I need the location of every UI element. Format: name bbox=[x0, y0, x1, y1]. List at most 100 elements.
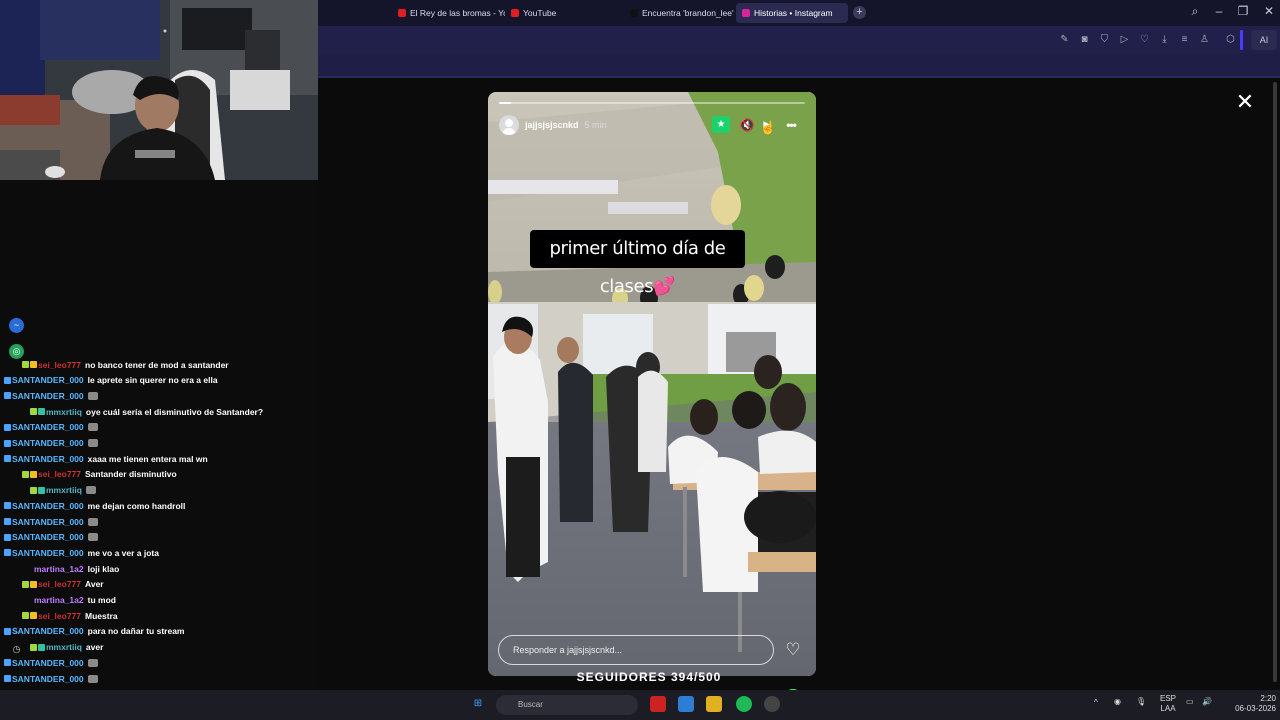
chat-emote-icon bbox=[87, 391, 98, 400]
messenger-icon[interactable]: ~ bbox=[9, 318, 24, 333]
volume-icon[interactable]: 🔊 bbox=[1202, 697, 1212, 707]
mute-icon[interactable]: 🔇 bbox=[738, 116, 756, 134]
chat-username[interactable]: SANTANDER_000 bbox=[12, 532, 84, 542]
chat-badge-icon bbox=[4, 376, 11, 384]
shield-icon[interactable]: ⛉ bbox=[1098, 33, 1111, 46]
chat-username[interactable]: SANTANDER_000 bbox=[12, 438, 84, 448]
chat-emote-icon bbox=[87, 517, 98, 526]
chat-text: aver bbox=[85, 642, 104, 653]
chat-username[interactable]: martina_1a2 bbox=[34, 595, 84, 605]
chat-badge-icon bbox=[4, 627, 11, 635]
tab-tiktok-search[interactable]: Encuentra 'brandon_lee' e bbox=[624, 3, 734, 23]
tab-el-rey-de-las-bromas[interactable]: El Rey de las bromas - Yo bbox=[392, 3, 505, 23]
chat-text: Aver bbox=[85, 579, 104, 590]
instagram-icon bbox=[742, 9, 750, 17]
chat-username[interactable]: mmxrtiiq bbox=[46, 407, 82, 417]
obs-icon[interactable] bbox=[764, 696, 780, 712]
chat-username[interactable]: SANTANDER_000 bbox=[12, 375, 84, 385]
chat-message: SANTANDER_000 bbox=[4, 388, 98, 403]
photos-icon[interactable] bbox=[678, 696, 694, 712]
tab-instagram-stories[interactable]: Historias • Instagram bbox=[736, 3, 848, 23]
download-icon[interactable]: ⤓ bbox=[1158, 33, 1171, 46]
chat-text: para no dañar tu stream bbox=[87, 626, 185, 637]
chat-text: le aprete sin querer no era a ella bbox=[87, 375, 218, 386]
chat-message: SANTANDER_000 me dejan como handroll bbox=[4, 498, 185, 513]
instagram-story[interactable]: jajjsjsjscnkd 5 min ★ 🔇 ▶ ••• primer últ… bbox=[488, 92, 816, 676]
chat-username[interactable]: martina_1a2 bbox=[34, 564, 84, 574]
chat-username[interactable]: mmxrtiiq bbox=[46, 642, 82, 652]
profile-icon[interactable]: ♙ bbox=[1198, 33, 1211, 46]
file-explorer-icon[interactable] bbox=[706, 696, 722, 712]
chat-username[interactable]: sei_leo777 bbox=[38, 360, 81, 370]
ai-label: AI bbox=[1259, 35, 1269, 45]
browser-toolbar: ✎ ◙ ⛉ ▷ ♡ ⤓ ≡ ♙ ⬡ bbox=[318, 26, 1280, 54]
chat-emote-icon bbox=[87, 423, 98, 432]
sidebar-accent bbox=[1240, 30, 1243, 50]
microphone-icon[interactable]: 🎙 bbox=[1136, 697, 1146, 707]
close-story-icon[interactable]: ✕ bbox=[1233, 90, 1257, 114]
heart-icon[interactable]: ♡ bbox=[782, 639, 804, 661]
chat-username[interactable]: SANTANDER_000 bbox=[12, 422, 84, 432]
taskbar-search[interactable]: Buscar bbox=[496, 695, 638, 715]
windows-start-icon[interactable]: ⊞ bbox=[470, 696, 486, 712]
chat-badge-icon bbox=[4, 502, 11, 510]
tiktok-icon bbox=[630, 9, 638, 17]
minimize-icon[interactable]: – bbox=[1210, 4, 1228, 18]
chat-username[interactable]: SANTANDER_000 bbox=[12, 501, 84, 511]
chat-badge-icon bbox=[30, 486, 37, 494]
chat-username[interactable]: SANTANDER_000 bbox=[12, 626, 84, 636]
scrollbar[interactable] bbox=[1272, 78, 1278, 688]
maximize-icon[interactable]: ❐ bbox=[1234, 4, 1252, 18]
chat-badge-icon bbox=[22, 470, 29, 478]
search-icon[interactable]: ⌕ bbox=[1186, 4, 1204, 19]
tray-chevron-icon[interactable]: ^ bbox=[1094, 698, 1098, 708]
youtube-icon bbox=[511, 9, 519, 17]
opera-icon[interactable] bbox=[650, 696, 666, 712]
edit-icon[interactable]: ✎ bbox=[1058, 33, 1071, 46]
network-icon[interactable]: ▭ bbox=[1186, 697, 1194, 707]
chat-text: Santander disminutivo bbox=[85, 469, 177, 480]
chat-username[interactable]: sei_leo777 bbox=[38, 611, 81, 621]
keyboard-language[interactable]: ESP LAA bbox=[1158, 694, 1178, 714]
story-username[interactable]: jajjsjsjscnkd bbox=[525, 120, 579, 130]
ai-button[interactable]: AI bbox=[1251, 30, 1277, 50]
scrollbar-thumb[interactable] bbox=[1273, 82, 1277, 682]
chat-emote-icon bbox=[87, 439, 98, 447]
chat-text: tu mod bbox=[87, 595, 116, 605]
close-friends-star-icon: ★ bbox=[712, 116, 730, 133]
chat-username[interactable]: SANTANDER_000 bbox=[12, 548, 84, 558]
camera-icon[interactable]: ◙ bbox=[1078, 33, 1091, 46]
chat-message: SANTANDER_000 le aprete sin querer no era… bbox=[4, 373, 218, 388]
chat-username[interactable]: sei_leo777 bbox=[38, 579, 81, 589]
chat-badge-icon bbox=[4, 423, 11, 431]
chat-message: martina_1a2 tu mod bbox=[34, 593, 116, 608]
menu-icon[interactable]: ≡ bbox=[1178, 33, 1191, 46]
extensions-icon[interactable]: ⬡ bbox=[1224, 33, 1237, 46]
close-window-icon[interactable]: ✕ bbox=[1260, 4, 1278, 18]
chat-username[interactable]: SANTANDER_000 bbox=[12, 658, 84, 668]
spotify-icon[interactable] bbox=[736, 696, 752, 712]
chat-emote-icon bbox=[85, 486, 96, 495]
new-tab-button[interactable]: + bbox=[853, 6, 866, 19]
tab-youtube[interactable]: YouTube bbox=[505, 3, 615, 23]
chat-badge-icon bbox=[30, 612, 37, 620]
heart-icon[interactable]: ♡ bbox=[1138, 33, 1151, 46]
play-icon[interactable]: ▷ bbox=[1118, 33, 1131, 46]
chat-username[interactable]: mmxrtiiq bbox=[46, 485, 82, 495]
chat-username[interactable]: SANTANDER_000 bbox=[12, 674, 84, 684]
mouse-cursor-icon: ☝ bbox=[760, 120, 777, 135]
avatar[interactable] bbox=[499, 115, 519, 135]
chat-username[interactable]: sei_leo777 bbox=[38, 469, 81, 479]
more-options-icon[interactable]: ••• bbox=[782, 116, 800, 134]
story-progress-bar bbox=[499, 102, 805, 104]
chat-username[interactable]: SANTANDER_000 bbox=[12, 517, 84, 527]
reply-input[interactable]: Responder a jajjsjsjscnkd... bbox=[498, 635, 774, 665]
tray-app-icon[interactable]: ◉ bbox=[1114, 697, 1121, 707]
chat-text: Muestra bbox=[85, 610, 118, 621]
chat-username[interactable]: SANTANDER_000 bbox=[12, 391, 84, 401]
follower-goal-label: SEGUIDORES 394/500 bbox=[576, 670, 722, 684]
story-progress-fill bbox=[499, 102, 512, 104]
clock[interactable]: 2:20 06-03-2026 bbox=[1222, 694, 1276, 714]
chat-username[interactable]: SANTANDER_000 bbox=[12, 454, 84, 464]
chat-text: loji klao bbox=[87, 563, 120, 574]
